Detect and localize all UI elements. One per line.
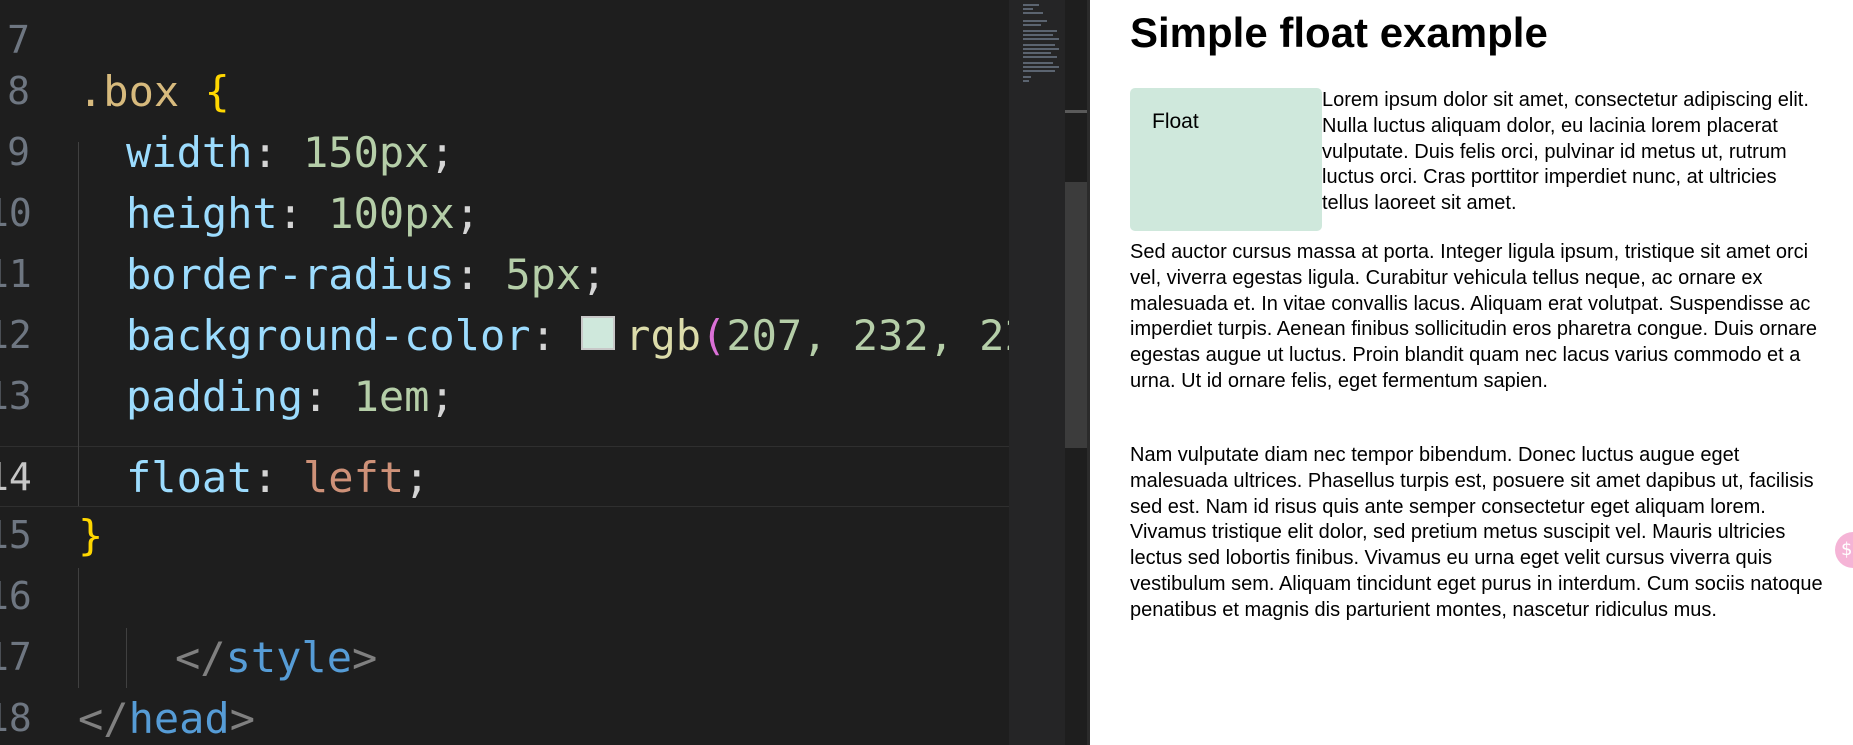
- code-line-17[interactable]: 17 </style>: [0, 627, 1009, 688]
- css-function-args: 207, 232, 22: [726, 311, 1009, 360]
- code-line-11[interactable]: 11 border-radius: 5px;: [0, 244, 1009, 305]
- colon: :: [252, 128, 304, 177]
- minimap[interactable]: [1009, 0, 1065, 745]
- line-number: 10: [0, 191, 32, 235]
- css-selector: .box: [78, 67, 180, 116]
- close-brace: }: [78, 511, 104, 560]
- indent-guide: [78, 568, 79, 688]
- semicolon: ;: [429, 372, 455, 421]
- css-function: rgb: [625, 311, 702, 360]
- tag-open: </: [175, 633, 226, 682]
- colon: :: [303, 372, 354, 421]
- colon: :: [277, 189, 329, 238]
- css-value: 5px: [505, 250, 582, 299]
- float-box-label: Float: [1152, 110, 1199, 133]
- css-value: 1em: [353, 372, 430, 421]
- semicolon: ;: [454, 189, 481, 238]
- colon: :: [530, 311, 582, 360]
- css-property: border-radius: [126, 250, 455, 299]
- float-box: Float: [1130, 88, 1322, 231]
- code-line-18[interactable]: 18 </head>: [0, 688, 1009, 745]
- css-value: left: [303, 453, 405, 502]
- tag-open: </: [78, 694, 129, 743]
- html-tag: style: [225, 633, 353, 682]
- css-property: height: [126, 189, 278, 238]
- line-number: 14: [0, 455, 32, 499]
- paragraph-3: Nam vulputate diam nec tempor bibendum. …: [1130, 444, 1823, 621]
- code-line-13[interactable]: 13 padding: 1em;: [0, 366, 1009, 427]
- semicolon: ;: [404, 453, 430, 502]
- colon: :: [252, 453, 304, 502]
- color-swatch[interactable]: [581, 315, 616, 350]
- css-property: padding: [126, 372, 304, 421]
- line-number: 16: [0, 574, 32, 618]
- line-number: 18: [0, 696, 32, 740]
- code-line-14-active[interactable]: 14 float: left;: [0, 446, 1009, 507]
- open-brace: {: [204, 67, 230, 116]
- code-editor[interactable]: 7 8 .box { 9 width: 150px; 10 height: 10…: [0, 0, 1009, 745]
- indent-guide: [126, 628, 127, 688]
- scrollbar-thumb[interactable]: [1065, 182, 1087, 448]
- code-line-12[interactable]: 12 background-color: rgb(207, 232, 22(: [0, 305, 1009, 366]
- html-tag: head: [128, 694, 230, 743]
- code-line-8[interactable]: 8 .box {: [0, 61, 1009, 122]
- line-number: 9: [7, 130, 30, 174]
- indent-guide: [78, 142, 79, 506]
- code-line-16[interactable]: 16: [0, 566, 1009, 627]
- semicolon: ;: [429, 128, 455, 177]
- paragraph-1: Lorem ipsum dolor sit amet, consectetur …: [1322, 89, 1809, 215]
- semicolon: ;: [581, 250, 607, 299]
- line-number: 17: [0, 635, 32, 679]
- scrollbar-marker: [1065, 110, 1087, 113]
- line-number: 8: [7, 69, 30, 113]
- css-value: 150px: [303, 128, 430, 177]
- css-property: width: [126, 128, 253, 177]
- css-property: background-color: [126, 311, 531, 360]
- code-line-10[interactable]: 10 height: 100px;: [0, 183, 1009, 244]
- line-number: 12: [0, 313, 32, 357]
- line-number: 11: [0, 252, 32, 296]
- css-property: float: [126, 453, 253, 502]
- page-title: Simple float example: [1130, 9, 1548, 56]
- line-number: 13: [0, 374, 32, 418]
- editor-scrollbar[interactable]: [1065, 0, 1087, 745]
- preview-pane: Simple float example Float Lorem ipsum d…: [1090, 0, 1853, 745]
- line-number: 15: [0, 513, 32, 557]
- css-value: 100px: [328, 189, 455, 238]
- tag-close: >: [229, 694, 256, 743]
- tag-close: >: [352, 633, 378, 682]
- colon: :: [454, 250, 506, 299]
- open-paren: (: [701, 311, 727, 360]
- paragraph-2: Sed auctor cursus massa at porta. Intege…: [1130, 241, 1818, 392]
- code-line-9[interactable]: 9 width: 150px;: [0, 122, 1009, 183]
- code-line-15[interactable]: 15 }: [0, 505, 1009, 566]
